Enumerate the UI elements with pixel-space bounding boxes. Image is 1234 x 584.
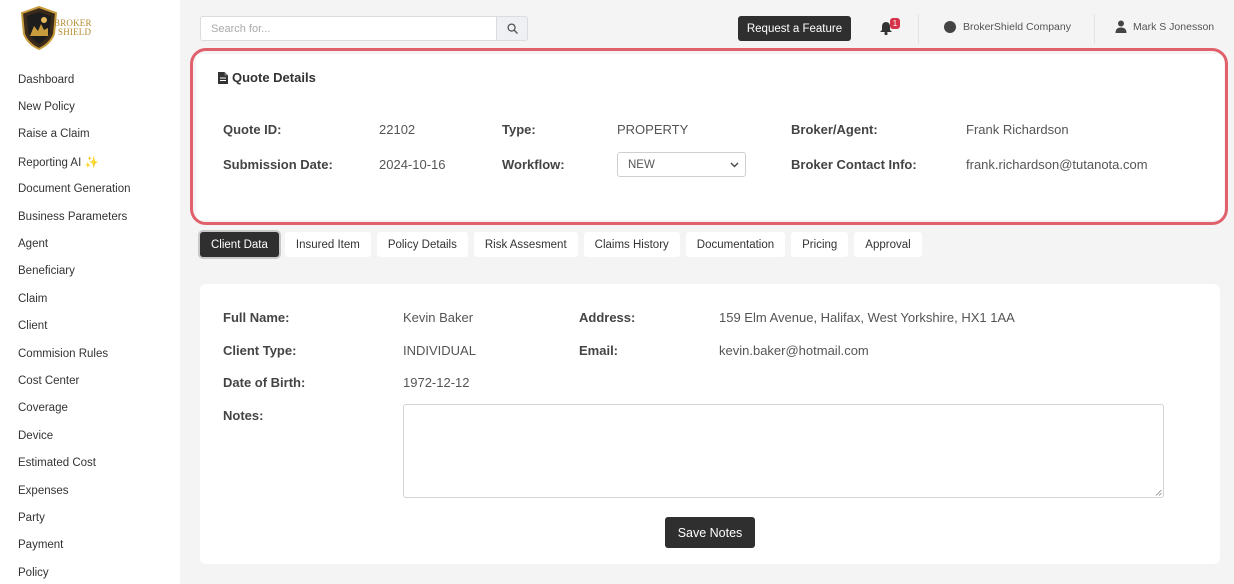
tab-approval[interactable]: Approval <box>854 232 922 257</box>
sidebar-item-reporting-ai[interactable]: Reporting AI ✨ <box>18 148 131 175</box>
sidebar-item-new-policy[interactable]: New Policy <box>18 93 131 120</box>
company-icon <box>944 21 956 33</box>
tab-documentation[interactable]: Documentation <box>685 232 786 257</box>
sidebar-item-estimated-cost[interactable]: Estimated Cost <box>18 449 131 476</box>
broker-agent-label: Broker/Agent: <box>791 122 878 137</box>
tab-insured-item[interactable]: Insured Item <box>284 232 371 257</box>
quote-tabs: Client Data Insured Item Policy Details … <box>200 232 922 257</box>
document-icon <box>218 71 228 84</box>
search-button[interactable] <box>496 16 528 41</box>
sidebar-item-party[interactable]: Party <box>18 504 131 531</box>
notification-badge: 1 <box>890 18 900 29</box>
full-name-value: Kevin Baker <box>403 310 474 325</box>
quote-details-card: Quote Details Quote ID: 22102 Type: PROP… <box>196 54 1224 220</box>
topbar-divider <box>918 14 919 44</box>
type-value: PROPERTY <box>617 122 689 137</box>
company-switcher[interactable]: BrokerShield Company <box>944 21 1071 33</box>
user-name: Mark S Jonesson <box>1133 20 1215 33</box>
notes-textarea[interactable] <box>403 404 1164 498</box>
search-icon <box>506 23 518 34</box>
broker-contact-label: Broker Contact Info: <box>791 157 917 172</box>
dob-label: Date of Birth: <box>223 375 306 390</box>
broker-agent-value: Frank Richardson <box>966 122 1069 137</box>
sidebar-item-client[interactable]: Client <box>18 313 131 340</box>
search-input[interactable] <box>200 16 496 41</box>
request-feature-button[interactable]: Request a Feature <box>738 16 851 41</box>
email-label: Email: <box>579 343 619 358</box>
quote-details-title: Quote Details <box>232 70 316 85</box>
quote-id-label: Quote ID: <box>223 122 282 137</box>
submission-date-value: 2024-10-16 <box>379 157 446 172</box>
notes-label: Notes: <box>223 408 264 423</box>
brand-logo[interactable]: BROKER SHIELD <box>20 6 92 50</box>
dob-value: 1972-12-12 <box>403 375 470 390</box>
workflow-label: Workflow: <box>502 157 565 172</box>
tab-client-data[interactable]: Client Data <box>200 232 279 257</box>
user-menu[interactable]: Mark S Jonesson <box>1115 20 1214 33</box>
client-type-label: Client Type: <box>223 343 297 358</box>
tab-policy-details[interactable]: Policy Details <box>376 232 468 257</box>
shield-logo-icon <box>20 6 58 50</box>
sidebar-item-coverage[interactable]: Coverage <box>18 395 131 422</box>
sidebar-item-business-parameters[interactable]: Business Parameters <box>18 203 131 230</box>
client-data-panel: Full Name: Kevin Baker Address: 159 Elm … <box>200 284 1220 564</box>
type-label: Type: <box>502 122 536 137</box>
tab-claims-history[interactable]: Claims History <box>583 232 680 257</box>
tab-pricing[interactable]: Pricing <box>791 232 849 257</box>
workflow-selected-value: NEW <box>628 158 655 171</box>
sidebar-item-policy[interactable]: Policy <box>18 559 131 584</box>
company-name: BrokerShield Company <box>963 21 1071 33</box>
sidebar-item-commision-rules[interactable]: Commision Rules <box>18 340 131 367</box>
search-bar <box>200 16 528 41</box>
chevron-down-icon <box>730 162 739 167</box>
sidebar-item-beneficiary[interactable]: Beneficiary <box>18 258 131 285</box>
sidebar-item-document-generation[interactable]: Document Generation <box>18 176 131 203</box>
workflow-select[interactable]: NEW <box>617 152 746 177</box>
sidebar-item-claim[interactable]: Claim <box>18 285 131 312</box>
logo-line-2: SHIELD <box>58 27 92 37</box>
client-type-value: INDIVIDUAL <box>403 343 476 358</box>
broker-contact-value: frank.richardson@tutanota.com <box>966 157 1148 172</box>
topbar-divider <box>1094 14 1095 44</box>
address-value: 159 Elm Avenue, Halifax, West Yorkshire,… <box>719 310 1015 325</box>
sidebar: BROKER SHIELD Dashboard New Policy Raise… <box>0 0 180 584</box>
sidebar-item-device[interactable]: Device <box>18 422 131 449</box>
full-name-label: Full Name: <box>223 310 290 325</box>
sidebar-item-expenses[interactable]: Expenses <box>18 477 131 504</box>
sidebar-item-agent[interactable]: Agent <box>18 230 131 257</box>
quote-id-value: 22102 <box>379 122 416 137</box>
sidebar-nav: Dashboard New Policy Raise a Claim Repor… <box>18 66 131 584</box>
sidebar-item-dashboard[interactable]: Dashboard <box>18 66 131 93</box>
tab-risk-assesment[interactable]: Risk Assesment <box>473 232 578 257</box>
sidebar-item-raise-claim[interactable]: Raise a Claim <box>18 121 131 148</box>
user-icon <box>1115 20 1127 33</box>
sidebar-item-payment[interactable]: Payment <box>18 532 131 559</box>
save-notes-button[interactable]: Save Notes <box>665 517 755 548</box>
sidebar-item-cost-center[interactable]: Cost Center <box>18 367 131 394</box>
email-value: kevin.baker@hotmail.com <box>719 343 869 358</box>
submission-date-label: Submission Date: <box>223 157 333 172</box>
address-label: Address: <box>579 310 636 325</box>
resize-grip-icon[interactable] <box>1155 489 1162 496</box>
